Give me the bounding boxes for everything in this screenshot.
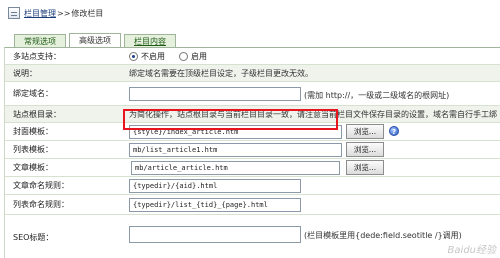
multi-site-label: 多站点支持： bbox=[13, 51, 61, 61]
radio-enable-label: 启用 bbox=[191, 51, 207, 61]
seo-title-hint: (栏目模板里用{dede:field.seotitle /}调用) bbox=[304, 231, 462, 240]
list-icon bbox=[8, 7, 20, 19]
breadcrumb-separator: >> bbox=[57, 8, 71, 18]
row-multi-site: 多站点支持： 不启用 启用 bbox=[5, 48, 500, 65]
tab-bar: 常规选项 高级选项 栏目内容 bbox=[14, 33, 176, 48]
domain-input[interactable] bbox=[129, 87, 301, 101]
watermark-logo: Baidu经验 bbox=[447, 245, 496, 256]
article-template-label: 文章模板： bbox=[13, 163, 53, 172]
list-template-browse-button[interactable]: 浏览... bbox=[346, 142, 384, 157]
article-template-browse-button[interactable]: 浏览... bbox=[346, 160, 384, 175]
cover-template-browse-button[interactable]: 浏览... bbox=[346, 124, 384, 139]
article-template-highlight-box bbox=[123, 109, 338, 130]
note-text: 绑定域名需要在顶级栏目设定，子级栏目更改无效。 bbox=[129, 68, 313, 78]
cover-template-label: 封面模板： bbox=[13, 127, 53, 136]
breadcrumb-parent-link[interactable]: 栏目管理 bbox=[24, 8, 56, 19]
list-template-label: 列表模板： bbox=[13, 145, 53, 154]
list-naming-input[interactable]: {typedir}/list_{tid}_{page}.html bbox=[129, 198, 301, 212]
tab-general[interactable]: 常规选项 bbox=[14, 34, 66, 48]
domain-hint: (需加 http://，一级或二级域名的根网址) bbox=[304, 91, 450, 100]
list-template-input[interactable]: mb/list_article1.htm bbox=[129, 143, 342, 157]
site-root-label: 站点根目录： bbox=[13, 109, 61, 119]
domain-label: 绑定域名： bbox=[13, 89, 53, 98]
radio-enable[interactable] bbox=[179, 51, 188, 61]
tab-content[interactable]: 栏目内容 bbox=[124, 34, 176, 48]
radio-disable-label: 不启用 bbox=[141, 51, 165, 61]
cover-template-help-icon[interactable]: ? bbox=[389, 126, 399, 136]
list-naming-label: 列表命名规则： bbox=[13, 200, 69, 209]
row-note: 说明： 绑定域名需要在顶级栏目设定，子级栏目更改无效。 bbox=[5, 65, 500, 82]
radio-disable[interactable] bbox=[129, 51, 138, 61]
advanced-options-panel: 多站点支持： 不启用 启用 说明： 绑定域名需要在顶级栏目设定，子级栏目更改无效… bbox=[4, 47, 500, 258]
breadcrumb-current: 修改栏目 bbox=[71, 8, 104, 18]
article-naming-input[interactable]: {typedir}/{aid}.html bbox=[129, 179, 301, 193]
article-naming-label: 文章命名规则： bbox=[13, 181, 69, 190]
note-label: 说明： bbox=[13, 68, 37, 78]
tab-advanced[interactable]: 高级选项 bbox=[69, 33, 121, 48]
article-template-input[interactable]: mb/article_article.htm bbox=[131, 161, 340, 175]
breadcrumb: 栏目管理 >> 修改栏目 bbox=[8, 6, 103, 20]
seo-title-label: SEO标题： bbox=[13, 232, 54, 242]
seo-title-input[interactable] bbox=[129, 226, 301, 243]
multi-site-options: 不启用 启用 bbox=[129, 51, 221, 62]
